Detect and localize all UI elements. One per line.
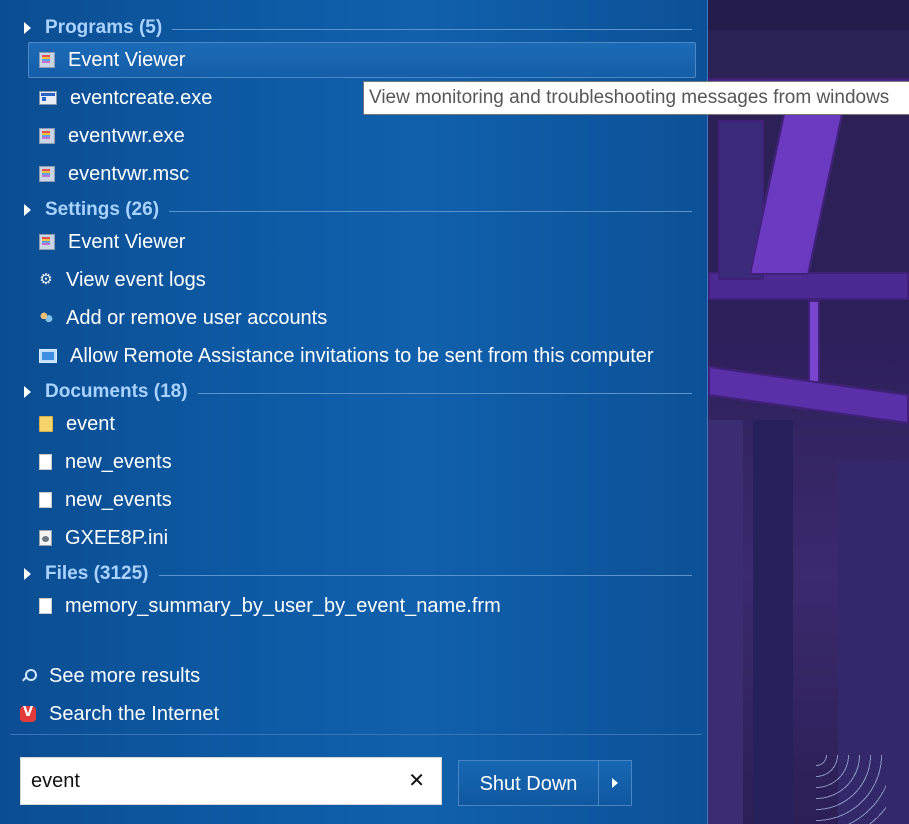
result-item-memory-summary[interactable]: memory_summary_by_user_by_event_name.frm <box>28 588 696 624</box>
section-divider <box>169 210 692 212</box>
clear-search-icon[interactable]: ✕ <box>408 768 425 792</box>
document-icon <box>39 454 52 470</box>
result-label: new_events <box>65 450 172 473</box>
result-item-view-event-logs[interactable]: ⚙ View event logs <box>28 262 696 298</box>
expand-arrow-icon[interactable] <box>24 386 31 398</box>
section-title: Files (3125) <box>45 563 149 584</box>
ini-file-icon <box>39 530 52 546</box>
search-box[interactable]: ✕ <box>20 757 442 805</box>
expand-arrow-icon[interactable] <box>24 22 31 34</box>
section-divider <box>197 392 692 394</box>
search-internet-link[interactable]: Search the Internet <box>20 698 219 730</box>
result-label: eventvwr.exe <box>68 124 185 147</box>
chevron-right-icon <box>612 778 618 788</box>
event-viewer-icon <box>39 128 55 144</box>
section-divider <box>158 574 692 576</box>
result-item-event-folder[interactable]: event <box>28 406 696 442</box>
result-item-new-events-1[interactable]: new_events <box>28 444 696 480</box>
section-documents[interactable]: Documents (18) <box>22 378 692 406</box>
result-label: Event Viewer <box>68 48 186 71</box>
section-programs[interactable]: Programs (5) <box>22 14 692 42</box>
section-divider <box>172 28 692 30</box>
section-title: Documents (18) <box>45 381 188 402</box>
spider-web-icon <box>816 755 886 824</box>
start-menu-search-results: Programs (5) Event Viewer eventcreate.ex… <box>0 0 708 824</box>
result-label: Allow Remote Assistance invitations to b… <box>70 344 654 367</box>
shutdown-options-button[interactable] <box>599 778 631 788</box>
result-item-eventvwr-msc[interactable]: eventvwr.msc <box>28 156 696 192</box>
remote-assistance-icon <box>39 349 57 363</box>
result-item-remote-assistance[interactable]: Allow Remote Assistance invitations to b… <box>28 338 696 374</box>
result-item-new-events-2[interactable]: new_events <box>28 482 696 518</box>
document-icon <box>39 598 52 614</box>
search-input[interactable] <box>29 768 393 794</box>
result-label: eventvwr.msc <box>68 162 190 185</box>
result-item-event-viewer[interactable]: Event Viewer <box>28 42 696 78</box>
shutdown-button-group: Shut Down <box>458 760 632 806</box>
shutdown-button[interactable]: Shut Down <box>459 761 598 805</box>
result-label: Add or remove user accounts <box>66 306 328 329</box>
gear-icon: ⚙ <box>39 271 53 288</box>
expand-arrow-icon[interactable] <box>24 568 31 580</box>
result-item-user-accounts[interactable]: Add or remove user accounts <box>28 300 696 336</box>
result-label: eventcreate.exe <box>70 86 213 109</box>
users-icon <box>39 311 53 325</box>
section-settings[interactable]: Settings (26) <box>22 196 692 224</box>
result-item-eventvwr-exe[interactable]: eventvwr.exe <box>28 118 696 154</box>
tooltip: View monitoring and troubleshooting mess… <box>363 81 909 115</box>
section-files[interactable]: Files (3125) <box>22 560 692 588</box>
see-more-results-link[interactable]: See more results <box>20 660 200 692</box>
footer-divider <box>10 734 702 735</box>
result-label: GXEE8P.ini <box>65 526 169 549</box>
result-label: event <box>66 412 115 435</box>
link-label: See more results <box>49 664 201 687</box>
desktop-wallpaper <box>708 0 909 824</box>
expand-arrow-icon[interactable] <box>24 204 31 216</box>
result-label: memory_summary_by_user_by_event_name.frm <box>65 594 501 617</box>
result-item-gxee8p-ini[interactable]: GXEE8P.ini <box>28 520 696 556</box>
folder-icon <box>39 416 53 432</box>
result-label: Event Viewer <box>68 230 186 253</box>
event-viewer-icon <box>39 52 55 68</box>
event-viewer-icon <box>39 166 55 182</box>
exe-icon <box>39 91 57 105</box>
section-title: Programs (5) <box>45 17 163 38</box>
result-label: new_events <box>65 488 172 511</box>
browser-icon <box>20 705 36 722</box>
result-label: View event logs <box>66 268 206 291</box>
event-viewer-icon <box>39 234 55 250</box>
result-item-event-viewer-setting[interactable]: Event Viewer <box>28 224 696 260</box>
link-label: Search the Internet <box>49 702 220 725</box>
section-title: Settings (26) <box>45 199 160 220</box>
search-icon <box>20 668 37 684</box>
document-icon <box>39 492 52 508</box>
